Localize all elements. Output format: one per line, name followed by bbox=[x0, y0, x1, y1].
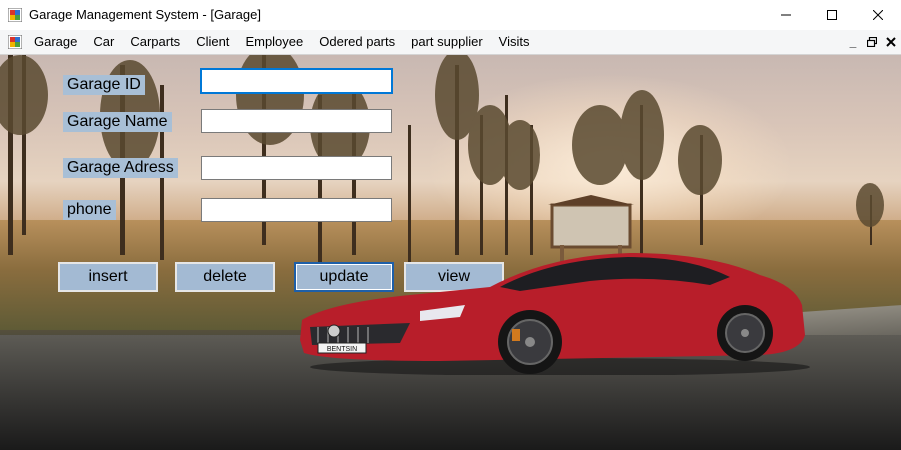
mdi-controls: _ bbox=[847, 30, 897, 54]
restore-icon bbox=[867, 37, 877, 47]
maximize-button[interactable] bbox=[809, 0, 855, 30]
phone-label: phone bbox=[63, 200, 116, 220]
menu-item-visits[interactable]: Visits bbox=[491, 30, 538, 54]
menu-item-employee[interactable]: Employee bbox=[237, 30, 311, 54]
garage-id-input[interactable] bbox=[200, 68, 393, 94]
menu-item-client[interactable]: Client bbox=[188, 30, 237, 54]
garage-address-input[interactable] bbox=[201, 156, 392, 180]
delete-button[interactable]: delete bbox=[175, 262, 275, 292]
insert-button[interactable]: insert bbox=[58, 262, 158, 292]
phone-input[interactable] bbox=[201, 198, 392, 222]
close-icon bbox=[873, 10, 883, 20]
close-button[interactable] bbox=[855, 0, 901, 30]
minimize-icon bbox=[781, 14, 791, 16]
car-image: BENTSIN bbox=[300, 253, 810, 375]
menu-item-ordered-parts[interactable]: Odered parts bbox=[311, 30, 403, 54]
mdi-child-icon[interactable] bbox=[8, 35, 22, 49]
garage-name-input[interactable] bbox=[201, 109, 392, 133]
window-title: Garage Management System - [Garage] bbox=[29, 7, 261, 22]
app-icon bbox=[8, 8, 22, 22]
menu-item-part-supplier[interactable]: part supplier bbox=[403, 30, 491, 54]
minimize-button[interactable] bbox=[763, 0, 809, 30]
menu-bar: Garage Car Carparts Client Employee Oder… bbox=[0, 30, 901, 55]
mdi-close-button[interactable] bbox=[885, 36, 897, 48]
menu-item-garage[interactable]: Garage bbox=[26, 30, 85, 54]
garage-address-label: Garage Adress bbox=[63, 158, 178, 178]
garage-id-label: Garage ID bbox=[63, 75, 145, 95]
garage-form-panel: Garage ID Garage Name Garage Adress phon… bbox=[0, 55, 901, 450]
mdi-minimize-button[interactable]: _ bbox=[847, 36, 859, 48]
menu-items: Garage Car Carparts Client Employee Oder… bbox=[26, 30, 538, 54]
mdi-restore-button[interactable] bbox=[866, 36, 878, 48]
maximize-icon bbox=[827, 10, 837, 20]
license-plate: BENTSIN bbox=[327, 346, 357, 353]
menu-item-car[interactable]: Car bbox=[85, 30, 122, 54]
title-bar: Garage Management System - [Garage] bbox=[0, 0, 901, 30]
garage-name-label: Garage Name bbox=[63, 112, 172, 132]
menu-item-carparts[interactable]: Carparts bbox=[122, 30, 188, 54]
close-icon bbox=[886, 37, 896, 47]
